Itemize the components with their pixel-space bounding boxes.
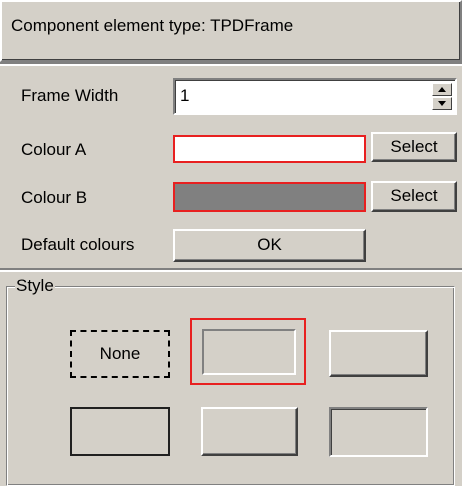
- arrow-up-icon: [438, 87, 446, 92]
- style-option-raised-thin[interactable]: [201, 407, 298, 456]
- style-option-raised[interactable]: [329, 330, 428, 377]
- colour-b-label: Colour B: [21, 188, 88, 207]
- frame-width-value[interactable]: 1: [180, 86, 189, 106]
- spin-down-button[interactable]: [432, 97, 452, 110]
- divider-highlight: [0, 270, 462, 272]
- colour-b-swatch[interactable]: [173, 182, 366, 212]
- spin-up-button[interactable]: [432, 83, 452, 96]
- style-option-single[interactable]: [70, 407, 170, 456]
- colour-a-select-button[interactable]: Select: [371, 132, 457, 162]
- style-option-lowered[interactable]: [202, 329, 296, 375]
- default-colours-label: Default colours: [21, 235, 135, 254]
- style-group-title: Style: [15, 276, 55, 296]
- component-type-label: Component element type: TPDFrame: [11, 16, 294, 35]
- divider-highlight: [0, 64, 462, 66]
- colour-a-label: Colour A: [21, 140, 87, 159]
- default-colours-ok-button[interactable]: OK: [173, 229, 366, 262]
- colour-b-select-button[interactable]: Select: [371, 181, 457, 212]
- arrow-down-icon: [438, 101, 446, 106]
- frame-width-label: Frame Width: [21, 86, 119, 105]
- frame-width-spinner[interactable]: [432, 83, 452, 110]
- frame-width-spin-edit[interactable]: 1: [173, 78, 457, 115]
- colour-a-swatch[interactable]: [173, 135, 366, 163]
- style-option-sunken[interactable]: [329, 407, 428, 457]
- style-option-none[interactable]: None: [70, 330, 170, 378]
